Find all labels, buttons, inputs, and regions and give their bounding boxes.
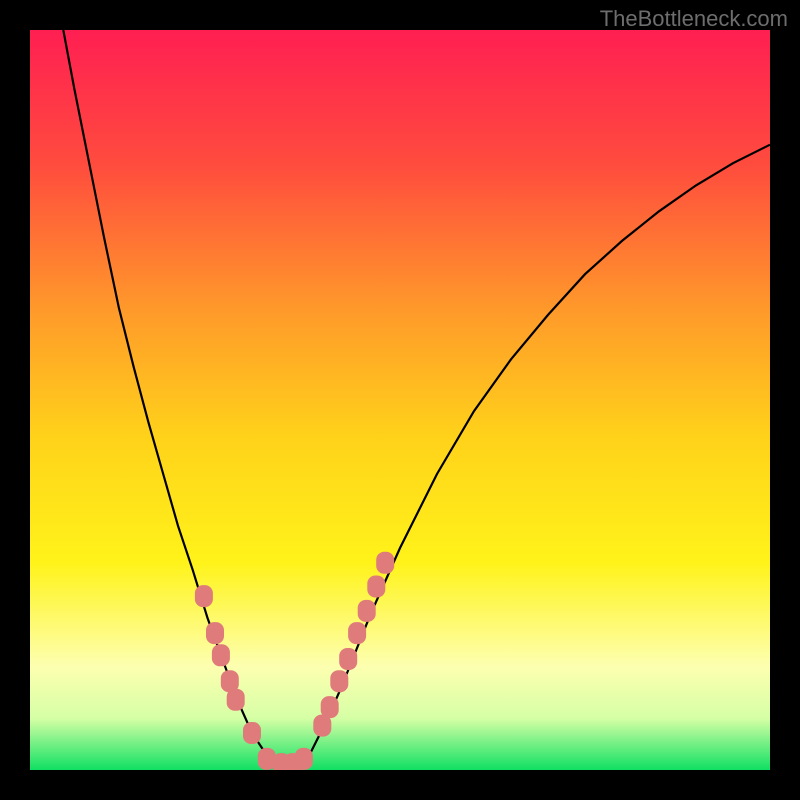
data-marker: [367, 576, 385, 598]
data-marker: [321, 696, 339, 718]
data-marker: [358, 600, 376, 622]
data-marker: [376, 552, 394, 574]
data-marker: [243, 722, 261, 744]
data-marker: [227, 689, 245, 711]
chart-plot-area: [30, 30, 770, 770]
watermark-text: TheBottleneck.com: [600, 6, 788, 32]
chart-svg: [30, 30, 770, 770]
data-marker: [195, 585, 213, 607]
data-marker: [295, 748, 313, 770]
data-marker: [348, 622, 366, 644]
data-marker: [206, 622, 224, 644]
gradient-background: [30, 30, 770, 770]
data-marker: [212, 644, 230, 666]
data-marker: [330, 670, 348, 692]
data-marker: [339, 648, 357, 670]
chart-frame: TheBottleneck.com: [0, 0, 800, 800]
